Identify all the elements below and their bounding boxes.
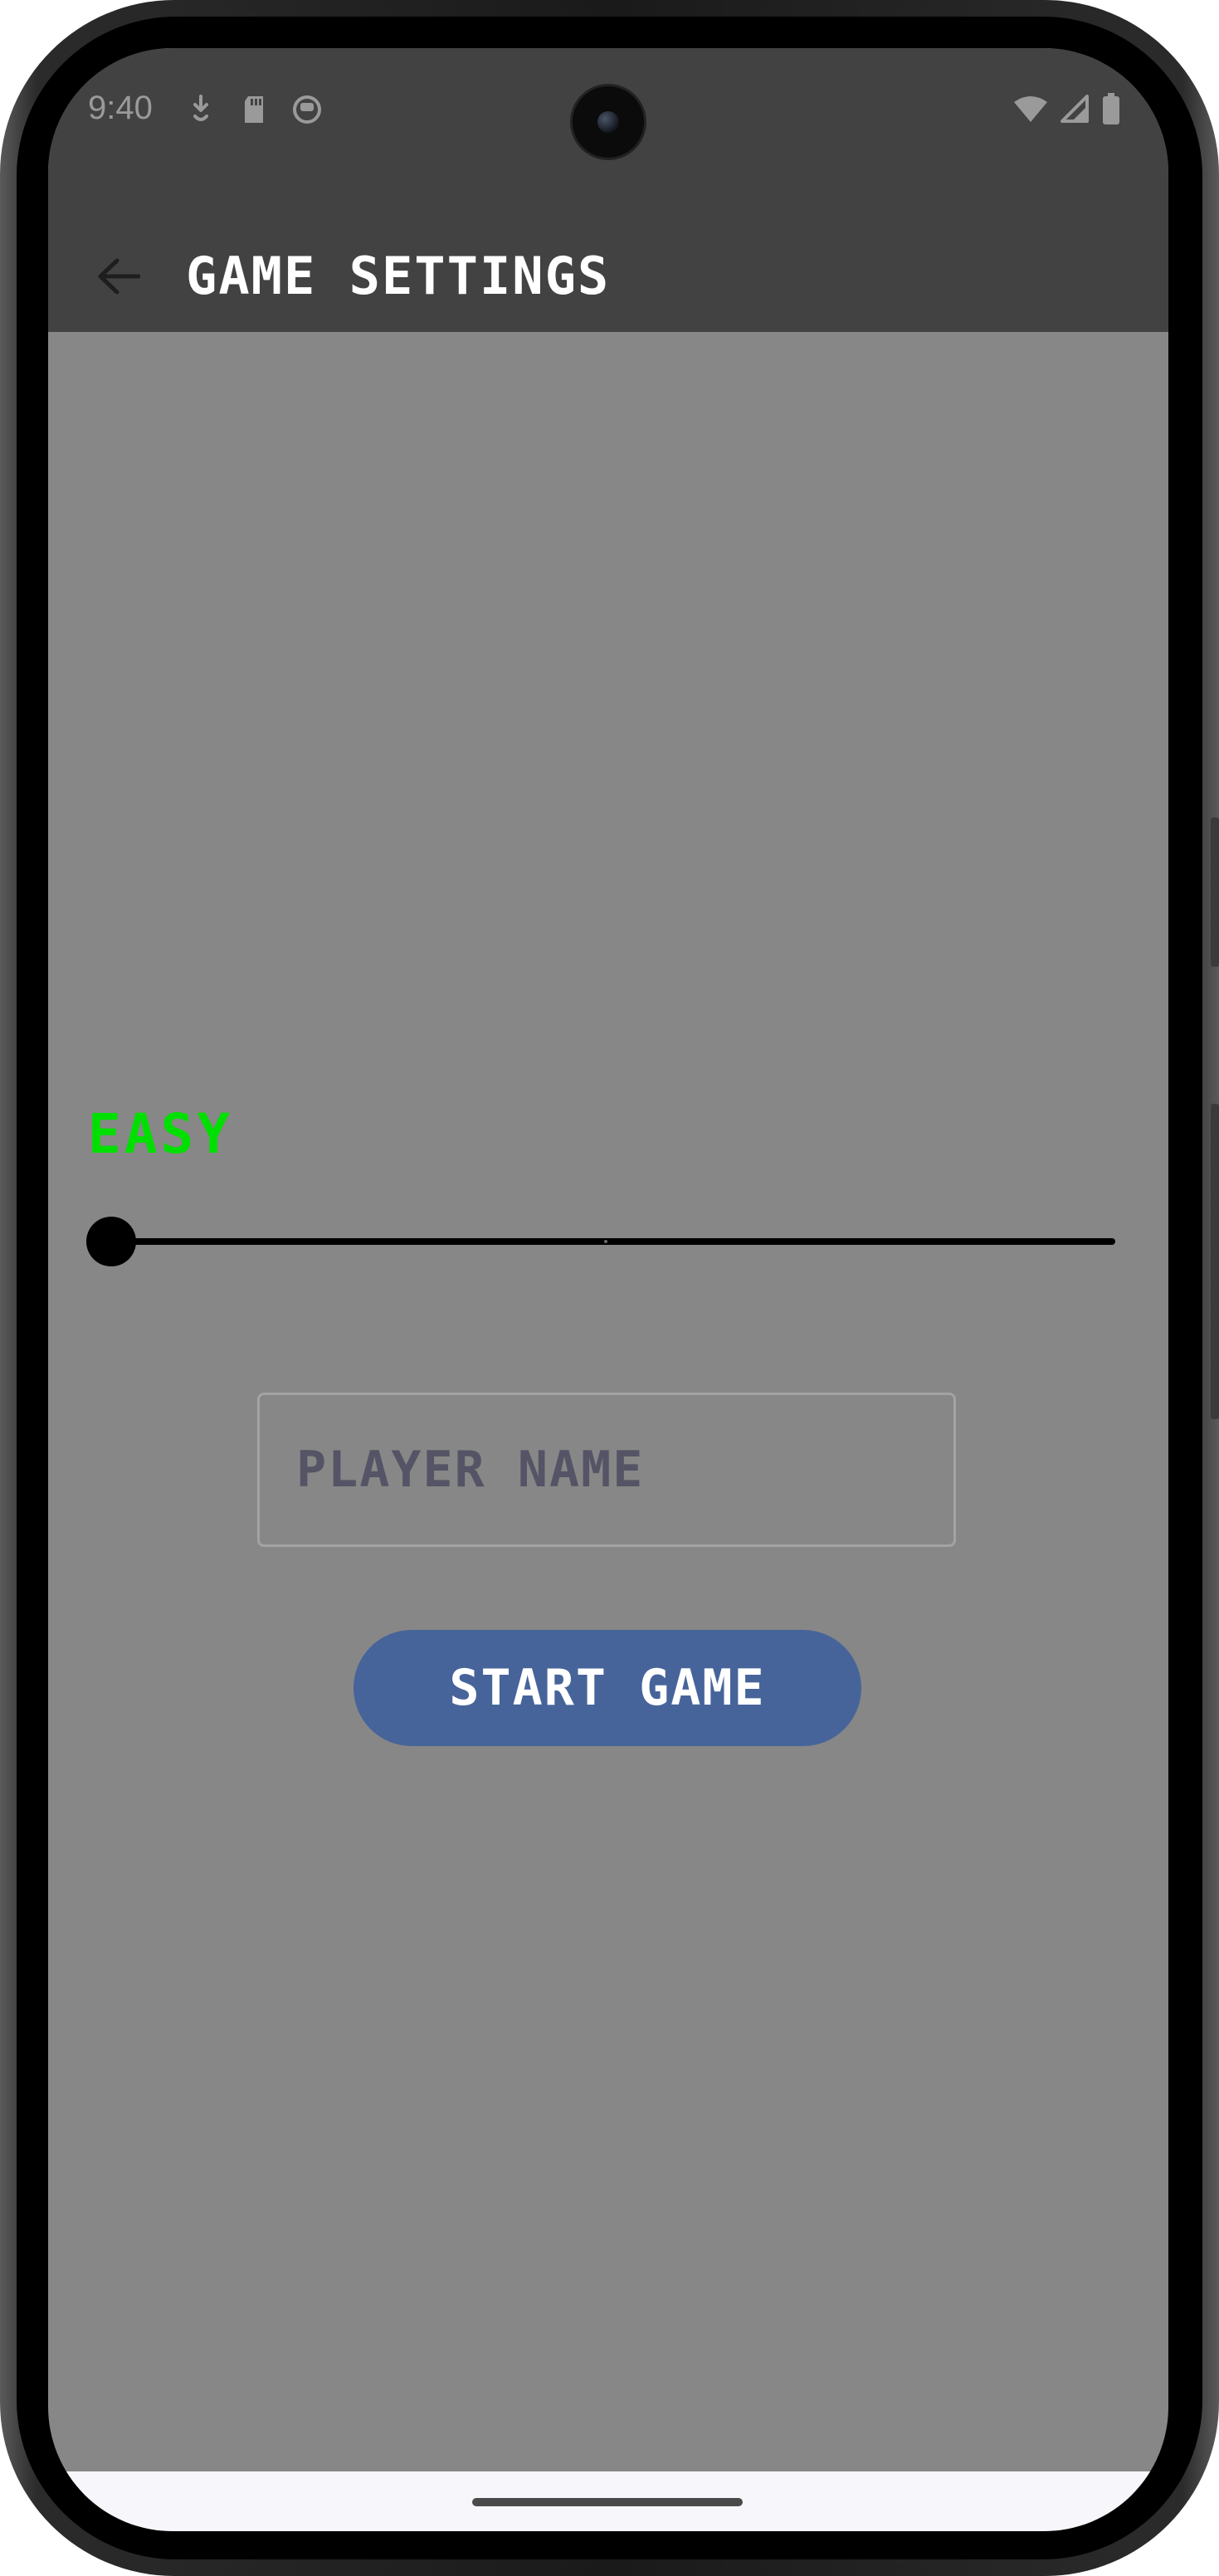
front-camera [573, 86, 644, 158]
home-indicator[interactable] [472, 2498, 743, 2506]
app-bar: GAME SETTINGS [48, 222, 1168, 332]
top-area: 9:40 GAME SETTINGS [48, 48, 1168, 332]
power-button [1211, 1104, 1219, 1419]
player-name-input[interactable] [257, 1393, 956, 1547]
difficulty-slider[interactable] [86, 1207, 1115, 1273]
phone-frame: 9:40 GAME SETTINGS EASY PLAYER NAME STAR… [0, 0, 1219, 2576]
download-icon [185, 94, 217, 125]
notification-icon [291, 94, 323, 125]
sd-card-icon [238, 94, 270, 125]
status-bar: 9:40 [48, 48, 1168, 181]
slider-tick [604, 1240, 607, 1243]
cellular-signal-icon [1061, 95, 1089, 126]
screen: 9:40 GAME SETTINGS EASY PLAYER NAME STAR… [48, 48, 1168, 2531]
back-button[interactable] [81, 239, 156, 314]
slider-thumb[interactable] [86, 1217, 136, 1266]
status-icons-left [185, 94, 323, 125]
volume-button [1211, 817, 1219, 967]
battery-icon [1102, 93, 1120, 128]
navigation-bar [48, 2471, 1168, 2531]
page-title: GAME SETTINGS [186, 246, 611, 306]
wifi-icon [1014, 95, 1047, 125]
difficulty-label: EASY [88, 1102, 233, 1166]
status-time: 9:40 [88, 90, 153, 126]
arrow-back-icon [98, 258, 140, 295]
slider-track [100, 1238, 1115, 1245]
start-game-button[interactable]: START GAME [354, 1630, 861, 1746]
status-icons-right [1014, 93, 1120, 128]
